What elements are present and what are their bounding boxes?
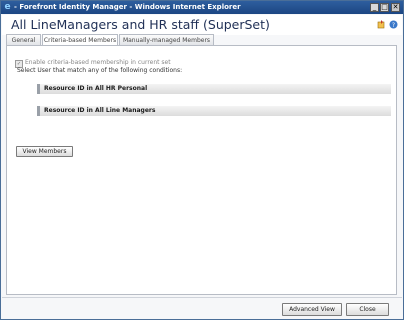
enable-criteria-label: Enable criteria-based membership in curr…: [25, 59, 171, 66]
title-bar: e - Forefront Identity Manager - Windows…: [1, 1, 403, 14]
tab-general[interactable]: General: [6, 34, 41, 45]
footer-divider: [2, 297, 402, 298]
browser-window: e - Forefront Identity Manager - Windows…: [0, 0, 404, 320]
condition-row[interactable]: Resource ID in All Line Managers: [37, 106, 391, 116]
close-button[interactable]: Close: [346, 303, 389, 316]
ie-logo-icon: e: [4, 2, 11, 12]
advanced-view-button[interactable]: Advanced View: [282, 303, 342, 316]
page-title: All LineManagers and HR staff (SuperSet): [11, 17, 270, 32]
condition-label: Resource ID in All Line Managers: [44, 107, 156, 114]
condition-instruction: Select User that match any of the follow…: [17, 67, 183, 74]
add-to-list-icon[interactable]: [377, 20, 386, 29]
condition-row[interactable]: Resource ID in All HR Personal: [37, 84, 391, 94]
criteria-panel: [6, 45, 397, 295]
minimize-button[interactable]: _: [370, 3, 379, 12]
maximize-button[interactable]: □: [380, 3, 389, 12]
close-window-button[interactable]: ✕: [391, 3, 400, 12]
tab-manually-managed-members[interactable]: Manually-managed Members: [119, 34, 214, 45]
view-members-button[interactable]: View Members: [16, 146, 73, 157]
svg-text:?: ?: [392, 22, 395, 29]
condition-label: Resource ID in All HR Personal: [44, 85, 148, 92]
help-icon[interactable]: ?: [389, 20, 398, 29]
page-header: All LineManagers and HR staff (SuperSet)…: [2, 15, 402, 35]
window-title: - Forefront Identity Manager - Windows I…: [14, 3, 241, 11]
